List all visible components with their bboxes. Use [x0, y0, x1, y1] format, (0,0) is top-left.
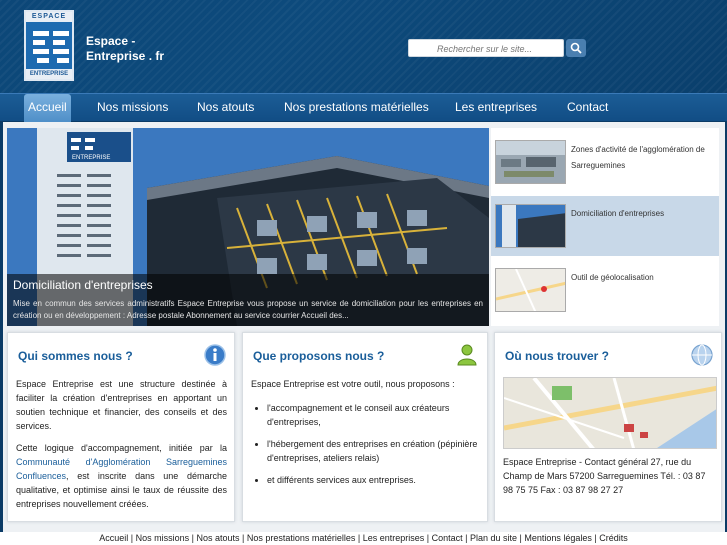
- panel-title-que: Que proposons nous ?: [253, 349, 385, 363]
- hero-text: Mise en commun des services administrati…: [13, 299, 483, 320]
- que-intro: Espace Entreprise est votre outil, nous …: [251, 379, 455, 389]
- search-input[interactable]: [408, 39, 564, 57]
- hero-caption: Domiciliation d'entreprises Mise en comm…: [7, 274, 489, 326]
- qui-paragraph-2: Cette logique d'accompagnement, initiée …: [16, 441, 227, 511]
- qui-p2-start: Cette logique d'accompagnement, initiée …: [16, 443, 227, 453]
- footer-link-nos-atouts[interactable]: Nos atouts: [196, 533, 239, 543]
- nav-item-les-entreprises[interactable]: Les entreprises: [455, 94, 537, 122]
- logo-top-text: ESPACE: [26, 12, 72, 22]
- panel-title-qui: Qui sommes nous ?: [18, 349, 133, 363]
- thumb-image-aerial: [495, 140, 566, 184]
- thumb-domiciliation[interactable]: Domiciliation d'entreprises: [491, 196, 719, 256]
- panel-que-proposons-nous: Que proposons nous ? Espace Entreprise e…: [242, 332, 488, 522]
- building-sign-text: ENTREPRISE: [72, 155, 110, 161]
- footer-link-credits[interactable]: Crédits: [599, 533, 628, 543]
- panel-title-ou: Où nous trouver ?: [505, 349, 610, 363]
- street-map-image: [504, 378, 716, 448]
- panel-body-que: Espace Entreprise est votre outil, nous …: [251, 377, 479, 495]
- panel-ou-nous-trouver: Où nous trouver ? Espace Entreprise - Co…: [494, 332, 722, 522]
- magnifier-icon: [570, 42, 582, 54]
- nav-item-contact[interactable]: Contact: [567, 94, 608, 122]
- list-item: l'accompagnement et le conseil aux créat…: [267, 401, 479, 429]
- search-button[interactable]: [566, 39, 586, 57]
- header: ESPACE ENTREPRISE Espace - Entreprise . …: [0, 0, 727, 93]
- thumb-label-domiciliation: Domiciliation d'entreprises: [571, 209, 665, 218]
- slide-thumbnails: Zones d'activité de l'agglomération de S…: [491, 128, 719, 326]
- building-photo-image: [496, 205, 565, 247]
- panel-body-ou: Espace Entreprise - Contact général 27, …: [503, 455, 717, 497]
- footer: Accueil | Nos missions | Nos atouts | No…: [0, 532, 727, 545]
- nav-item-nos-missions[interactable]: Nos missions: [97, 94, 168, 122]
- thumb-geolocalisation[interactable]: Outil de géolocalisation: [491, 260, 719, 320]
- list-item: et différents services aux entreprises.: [267, 473, 479, 487]
- thumb-label-geolocalisation: Outil de géolocalisation: [571, 273, 654, 282]
- map-thumbnail-image: [496, 269, 565, 311]
- panel-body-qui: Espace Entreprise est une structure dest…: [16, 377, 227, 519]
- globe-icon: [691, 344, 713, 366]
- services-list: l'accompagnement et le conseil aux créat…: [251, 401, 479, 487]
- info-icon: [204, 344, 226, 366]
- logo[interactable]: ESPACE ENTREPRISE: [24, 10, 74, 81]
- main-content: ENTREPRISE Domiciliation d'entreprises M…: [3, 122, 725, 532]
- logo-bottom-text: ENTREPRISE: [26, 69, 72, 79]
- nav-item-nos-prestations[interactable]: Nos prestations matérielles: [284, 94, 429, 122]
- contact-address: Espace Entreprise - Contact général 27, …: [503, 457, 706, 495]
- aerial-photo-image: [496, 141, 565, 183]
- thumb-label-zones: Zones d'activité de l'agglomération de S…: [571, 145, 705, 170]
- footer-link-nos-prestations[interactable]: Nos prestations matérielles: [247, 533, 356, 543]
- list-item: l'hébergement des entreprises en créatio…: [267, 437, 479, 465]
- thumb-image-building: [495, 204, 566, 248]
- brand-name[interactable]: Espace - Entreprise . fr: [86, 34, 164, 64]
- nav-item-accueil[interactable]: Accueil: [24, 94, 71, 122]
- nav-item-nos-atouts[interactable]: Nos atouts: [197, 94, 254, 122]
- brand-line-1: Espace -: [86, 34, 136, 48]
- footer-link-les-entreprises[interactable]: Les entreprises: [363, 533, 425, 543]
- thumb-image-map: [495, 268, 566, 312]
- footer-link-plan-du-site[interactable]: Plan du site: [470, 533, 517, 543]
- footer-link-contact[interactable]: Contact: [432, 533, 463, 543]
- footer-link-nos-missions[interactable]: Nos missions: [136, 533, 190, 543]
- panel-qui-sommes-nous: Qui sommes nous ? Espace Entreprise est …: [7, 332, 235, 522]
- footer-link-mentions-legales[interactable]: Mentions légales: [524, 533, 592, 543]
- hero-slide[interactable]: ENTREPRISE Domiciliation d'entreprises M…: [7, 128, 489, 326]
- hero-title: Domiciliation d'entreprises: [13, 278, 153, 292]
- main-nav: Accueil Nos missions Nos atouts Nos pres…: [0, 93, 727, 122]
- logo-mark-icon: [33, 31, 69, 63]
- brand-line-2: Entreprise . fr: [86, 49, 165, 63]
- qui-paragraph-1: Espace Entreprise est une structure dest…: [16, 379, 227, 431]
- footer-link-accueil[interactable]: Accueil: [99, 533, 128, 543]
- thumb-zones-activite[interactable]: Zones d'activité de l'agglomération de S…: [491, 132, 719, 192]
- location-map[interactable]: [503, 377, 717, 449]
- user-icon: [457, 344, 477, 366]
